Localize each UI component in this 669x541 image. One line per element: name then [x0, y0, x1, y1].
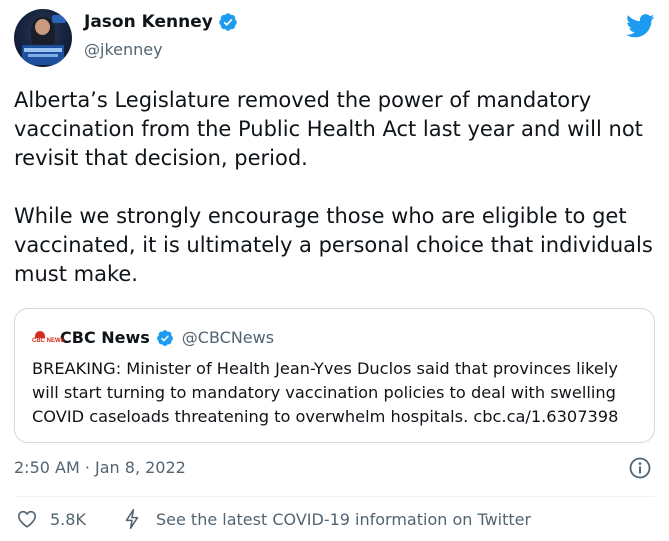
verified-badge-icon: [219, 13, 237, 31]
author-name-row[interactable]: Jason Kenney: [84, 12, 238, 32]
avatar-face: [35, 19, 50, 35]
author-handle[interactable]: @jkenney: [84, 40, 163, 59]
like-button[interactable]: 5.8K: [16, 508, 86, 530]
quoted-tweet-text: BREAKING: Minister of Health Jean-Yves D…: [32, 359, 619, 426]
author-display-name[interactable]: Jason Kenney: [84, 12, 213, 32]
avatar-podium-stripe-2: [28, 54, 58, 57]
info-icon[interactable]: [628, 456, 652, 480]
author-avatar[interactable]: [14, 9, 72, 67]
tweet-paragraph: Alberta’s Legislature removed the power …: [14, 88, 643, 170]
tweet-paragraph: While we strongly encourage those who ar…: [14, 204, 653, 286]
quoted-author-handle: @CBCNews: [181, 328, 275, 347]
quoted-author-name: CBC News: [60, 328, 150, 347]
cbc-logo-icon: CBC NEWS: [32, 330, 65, 345]
cbc-gem-shape: [35, 330, 45, 338]
tweet-timestamp[interactable]: 2:50 AM · Jan 8, 2022: [14, 458, 186, 477]
covid-info-link[interactable]: See the latest COVID-19 information on T…: [122, 508, 531, 530]
covid-info-text[interactable]: See the latest COVID-19 information on T…: [156, 510, 531, 529]
like-count: 5.8K: [50, 509, 86, 529]
verified-badge-icon: [156, 329, 173, 346]
twitter-bird-icon[interactable]: [626, 14, 655, 38]
quoted-tweet-card[interactable]: CBC NEWS CBC News @CBCNews BREAKING: Min…: [14, 308, 655, 443]
heart-icon[interactable]: [16, 508, 38, 530]
divider: [14, 496, 655, 497]
quoted-tweet-header: CBC NEWS CBC News @CBCNews: [32, 328, 274, 347]
cbc-logo-text: CBC NEWS: [32, 337, 65, 344]
avatar-podium-stripe: [24, 48, 62, 52]
tweet-body: Alberta’s Legislature removed the power …: [14, 86, 662, 289]
avatar-sign: [52, 15, 66, 23]
lightning-bolt-icon: [125, 509, 139, 529]
